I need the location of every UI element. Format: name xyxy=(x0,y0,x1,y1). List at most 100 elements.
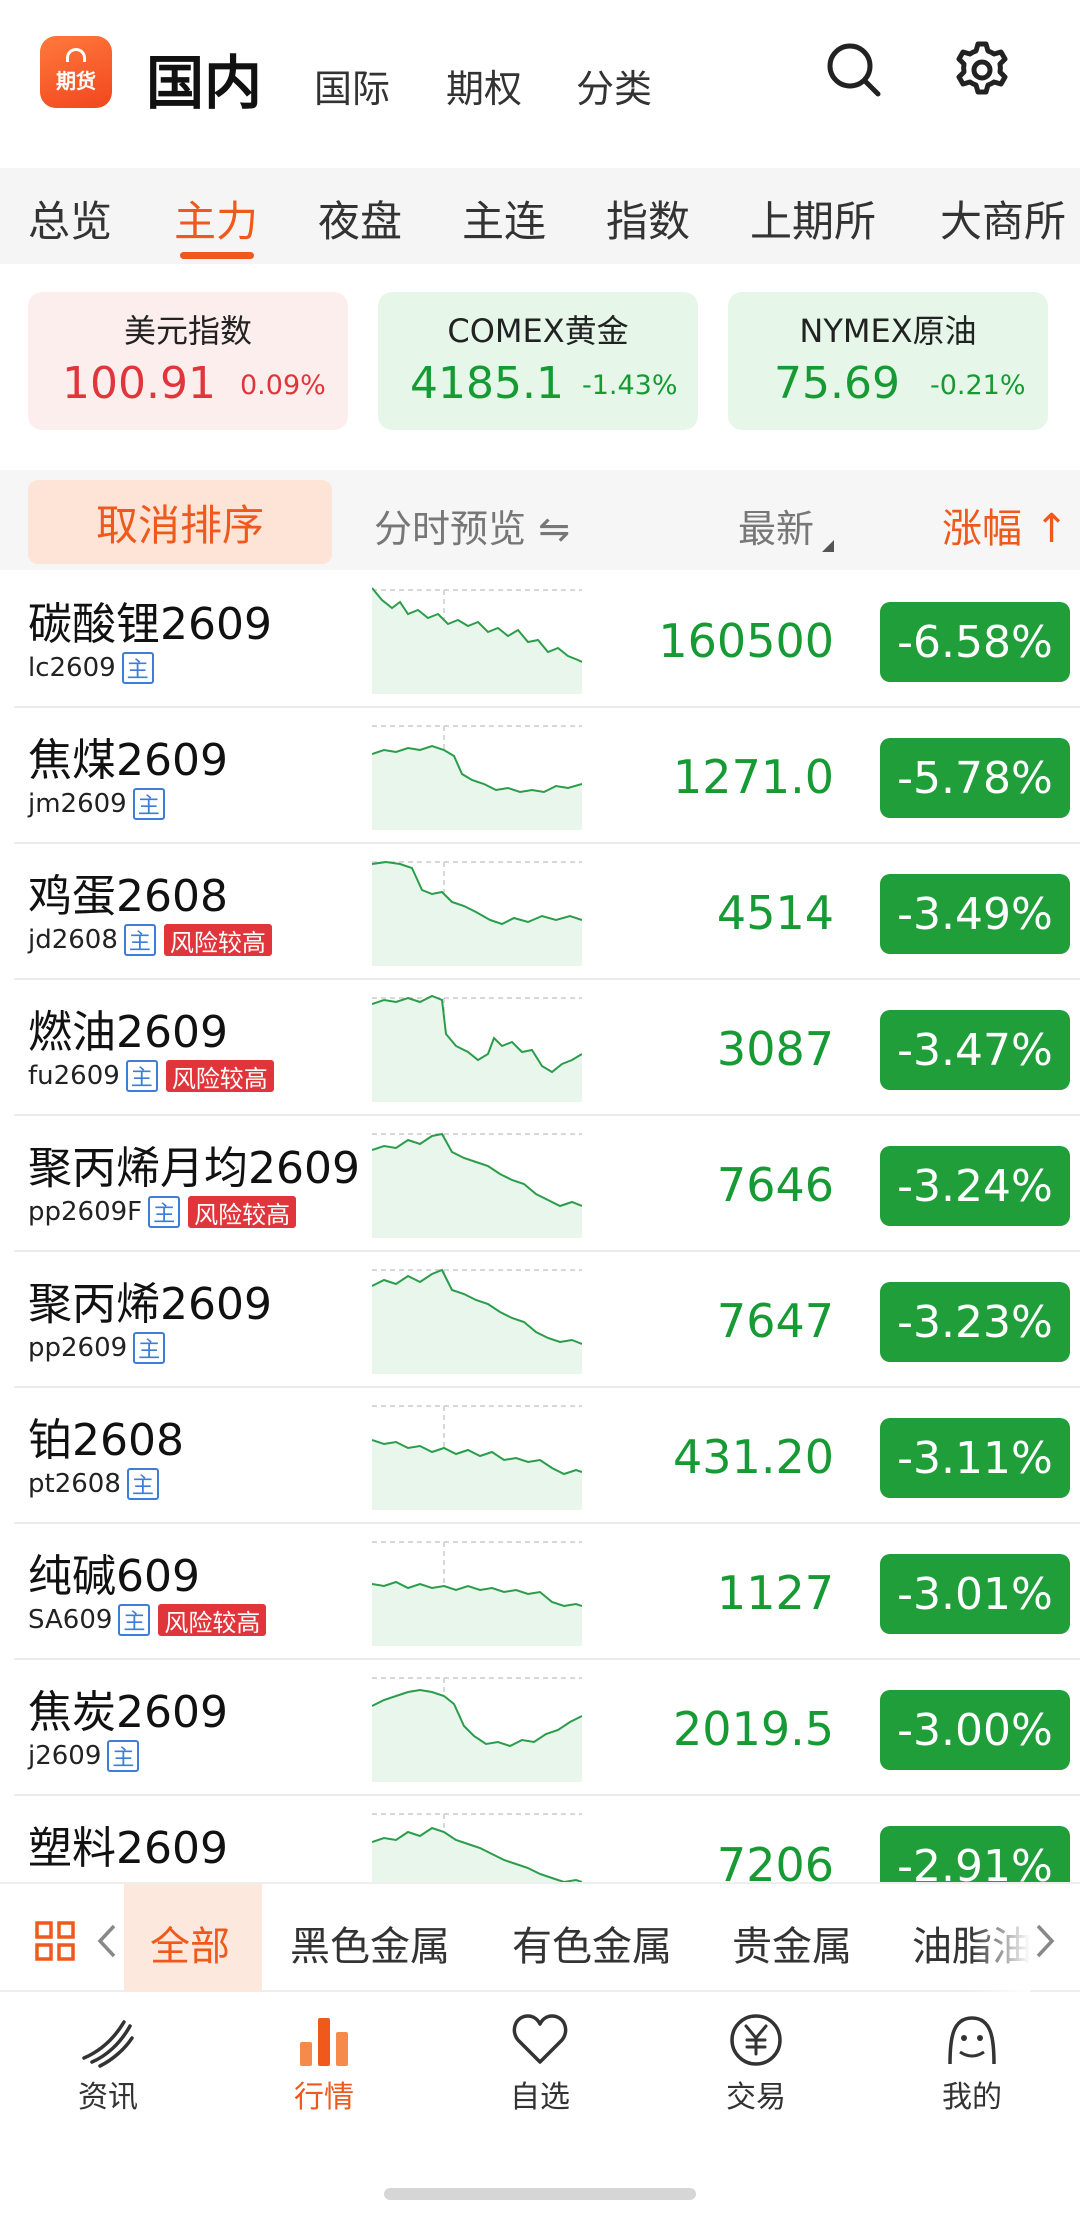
main-contract-badge: 主 xyxy=(123,924,156,956)
list-item[interactable]: 焦煤2609 jm2609 主 1271.0 -5.78% xyxy=(0,708,1080,844)
index-change: 0.09% xyxy=(240,370,326,401)
latest-price: 7206 xyxy=(716,1838,834,1882)
contract-name: 聚丙烯月均2609 xyxy=(28,1143,360,1194)
search-icon[interactable] xyxy=(822,38,886,102)
list-item[interactable]: 聚丙烯2609 pp2609 主 7647 -3.23% xyxy=(0,1252,1080,1388)
subtab-main[interactable]: 主力 xyxy=(174,188,258,249)
cancel-sort-button[interactable]: 取消排序 xyxy=(28,480,332,564)
contract-code-line: pp2609 主 xyxy=(28,1330,166,1366)
change-pct-badge[interactable]: -3.00% xyxy=(880,1690,1070,1770)
subtab-shfe[interactable]: 上期所 xyxy=(750,188,876,249)
intraday-sparkline xyxy=(372,994,582,1102)
contract-code: jm2609 xyxy=(28,789,127,819)
intraday-sparkline xyxy=(372,1813,582,1882)
change-pct-badge[interactable]: -5.78% xyxy=(880,738,1070,818)
latest-price: 1127 xyxy=(716,1566,834,1620)
subtab-index[interactable]: 指数 xyxy=(606,188,690,249)
category-ferrous[interactable]: 黑色金属 xyxy=(290,1914,450,1972)
heart-icon xyxy=(512,2014,568,2064)
subtab-dce[interactable]: 大商所 xyxy=(940,188,1066,249)
change-pct-badge[interactable]: -3.24% xyxy=(880,1146,1070,1226)
list-item[interactable]: 碳酸锂2609 lc2609 主 160500 -6.58% xyxy=(0,572,1080,708)
chevron-right-icon[interactable] xyxy=(1030,1920,1060,1962)
contract-code-line: jd2608 主 风险较高 xyxy=(28,922,272,958)
list-item[interactable]: 聚丙烯月均2609 pp2609F 主 风险较高 7646 -3.24% xyxy=(0,1116,1080,1252)
change-pct-badge[interactable]: -3.01% xyxy=(880,1554,1070,1634)
gear-icon[interactable] xyxy=(950,38,1014,102)
contract-name: 纯碱609 xyxy=(28,1551,200,1602)
category-all[interactable]: 全部 xyxy=(150,1914,230,1972)
contract-code: lc2609 xyxy=(28,653,116,683)
market-tab-domestic[interactable]: 国内 xyxy=(146,36,262,120)
index-name: NYMEX原油 xyxy=(799,312,977,350)
intraday-sparkline xyxy=(372,1268,582,1374)
sort-indicator-icon xyxy=(822,540,834,552)
intraday-sparkline xyxy=(372,860,582,966)
index-card-usd[interactable]: 美元指数 100.91 0.09% xyxy=(28,292,348,430)
intraday-preview-toggle[interactable]: 分时预览 ⇋ xyxy=(374,498,570,553)
category-bar: 全部 黑色金属 有色金属 贵金属 油脂油 xyxy=(0,1882,1080,1992)
category-fade xyxy=(970,1884,1030,1992)
contract-code-line: pp2609F 主 风险较高 xyxy=(28,1194,297,1230)
change-pct-badge[interactable]: -2.91% xyxy=(880,1826,1070,1882)
contract-name: 聚丙烯2609 xyxy=(28,1279,272,1330)
change-pct-badge[interactable]: -6.58% xyxy=(880,602,1070,682)
list-item[interactable]: 燃油2609 fu2609 主 风险较高 3087 -3.47% xyxy=(0,980,1080,1116)
subtab-night[interactable]: 夜盘 xyxy=(318,188,402,249)
market-tab-categories[interactable]: 分类 xyxy=(576,58,652,113)
main-contract-badge: 主 xyxy=(133,1332,166,1364)
risk-warning-badge: 风险较高 xyxy=(165,1060,274,1093)
change-pct-badge[interactable]: -3.49% xyxy=(880,874,1070,954)
futures-list[interactable]: 碳酸锂2609 lc2609 主 160500 -6.58% 焦煤2609 jm… xyxy=(0,572,1080,1882)
contract-name: 燃油2609 xyxy=(28,1007,228,1058)
category-precious[interactable]: 贵金属 xyxy=(732,1914,852,1972)
contract-code: jd2608 xyxy=(28,925,118,955)
list-item[interactable]: 纯碱609 SA609 主 风险较高 1127 -3.01% xyxy=(0,1524,1080,1660)
index-card-oil[interactable]: NYMEX原油 75.69 -0.21% xyxy=(728,292,1048,430)
sort-header: 取消排序 分时预览 ⇋ 最新 涨幅 ↑ xyxy=(0,470,1080,570)
nav-market[interactable]: 行情 xyxy=(254,2012,394,2116)
nav-profile[interactable]: 我的 xyxy=(902,2012,1042,2116)
sort-change-pct[interactable]: 涨幅 ↑ xyxy=(942,496,1068,554)
contract-code-line: SA609 主 风险较高 xyxy=(28,1602,267,1638)
market-tab-international[interactable]: 国际 xyxy=(314,58,390,113)
list-item[interactable]: 鸡蛋2608 jd2608 主 风险较高 4514 -3.49% xyxy=(0,844,1080,980)
latest-price: 2019.5 xyxy=(673,1702,834,1756)
index-change: -0.21% xyxy=(930,370,1026,401)
main-contract-badge: 主 xyxy=(126,1468,159,1500)
contract-code-line: pt2608 主 xyxy=(28,1466,159,1502)
nav-label: 行情 xyxy=(294,2080,354,2115)
change-pct-badge[interactable]: -3.11% xyxy=(880,1418,1070,1498)
market-tab-options[interactable]: 期权 xyxy=(446,58,522,113)
risk-warning-badge: 风险较高 xyxy=(158,1604,267,1637)
chevron-left-icon[interactable] xyxy=(92,1920,122,1962)
nav-news[interactable]: 资讯 xyxy=(38,2012,178,2116)
contract-code: pp2609 xyxy=(28,1333,128,1363)
index-card-gold[interactable]: COMEX黄金 4185.1 -1.43% xyxy=(378,292,698,430)
main-contract-badge: 主 xyxy=(121,652,154,684)
grid-icon[interactable] xyxy=(34,1920,76,1962)
subtab-overview[interactable]: 总览 xyxy=(28,188,112,249)
contract-code: j2609 xyxy=(28,1741,102,1771)
latest-price: 7646 xyxy=(716,1158,834,1212)
contract-code: fu2609 xyxy=(28,1061,120,1091)
change-pct-badge[interactable]: -3.23% xyxy=(880,1282,1070,1362)
subtab-continuous[interactable]: 主连 xyxy=(462,188,546,249)
change-pct-badge[interactable]: -3.47% xyxy=(880,1010,1070,1090)
nav-trade[interactable]: 交易 xyxy=(686,2012,826,2116)
category-nonferrous[interactable]: 有色金属 xyxy=(512,1914,672,1972)
contract-name: 塑料2609 xyxy=(28,1823,228,1874)
sort-latest-price[interactable]: 最新 xyxy=(738,498,814,553)
list-item[interactable]: 铂2608 pt2608 主 431.20 -3.11% xyxy=(0,1388,1080,1524)
contract-code-line: jm2609 主 xyxy=(28,786,165,822)
risk-warning-badge: 风险较高 xyxy=(163,924,272,957)
list-item[interactable]: 焦炭2609 j2609 主 2019.5 -3.00% xyxy=(0,1660,1080,1796)
index-value: 100.91 xyxy=(62,358,216,409)
latest-price: 3087 xyxy=(716,1022,834,1076)
intraday-sparkline xyxy=(372,1405,582,1510)
home-indicator[interactable] xyxy=(384,2188,696,2200)
list-item[interactable]: 塑料2609 7206 -2.91% xyxy=(0,1796,1080,1882)
contract-code-line: fu2609 主 风险较高 xyxy=(28,1058,274,1094)
nav-watchlist[interactable]: 自选 xyxy=(470,2012,610,2116)
contract-code: SA609 xyxy=(28,1605,113,1635)
